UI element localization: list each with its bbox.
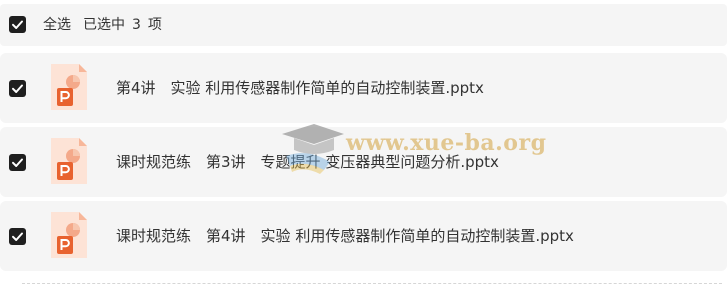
check-icon: [12, 158, 23, 167]
selected-count: 3: [132, 17, 141, 33]
select-all-checkbox[interactable]: [9, 16, 26, 33]
selection-summary: 全选 已选中 3 项: [43, 16, 162, 34]
select-all-label[interactable]: 全选: [43, 17, 71, 33]
pptx-file-icon: [51, 138, 87, 184]
file-checkbox[interactable]: [9, 228, 26, 245]
file-name[interactable]: 课时规范练 第3讲 专题提升 变压器典型问题分析.pptx: [116, 152, 499, 172]
selected-prefix: 已选中: [83, 17, 125, 33]
check-icon: [12, 232, 23, 241]
file-checkbox[interactable]: [9, 80, 26, 97]
file-name[interactable]: 第4讲 实验 利用传感器制作简单的自动控制装置.pptx: [116, 78, 484, 98]
check-icon: [12, 20, 23, 29]
file-name[interactable]: 课时规范练 第4讲 实验 利用传感器制作简单的自动控制装置.pptx: [116, 226, 574, 246]
file-row[interactable]: 课时规范练 第3讲 专题提升 变压器典型问题分析.pptx: [0, 127, 727, 197]
selection-header: 全选 已选中 3 项: [0, 4, 727, 46]
file-row[interactable]: 第4讲 实验 利用传感器制作简单的自动控制装置.pptx: [0, 53, 727, 123]
file-row[interactable]: 课时规范练 第4讲 实验 利用传感器制作简单的自动控制装置.pptx: [0, 201, 727, 271]
file-checkbox[interactable]: [9, 154, 26, 171]
pptx-file-icon: [51, 212, 87, 258]
list-end-divider: [22, 283, 722, 284]
pptx-file-icon: [51, 64, 87, 110]
selected-suffix: 项: [147, 17, 162, 33]
check-icon: [12, 84, 23, 93]
